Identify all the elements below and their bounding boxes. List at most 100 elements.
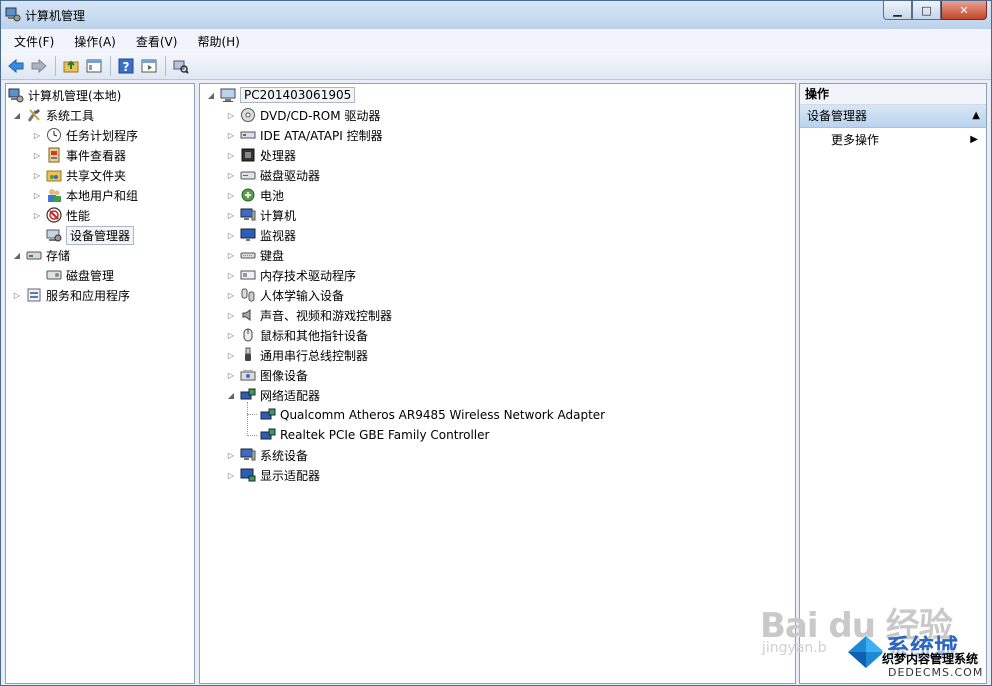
tree-label: 系统工具 xyxy=(46,108,95,123)
tree-item-system-tools[interactable]: ◢ 系统工具 xyxy=(12,105,94,125)
tree-item-local-users-groups[interactable]: ▷ 本地用户和组 xyxy=(32,185,138,205)
svg-text:?: ? xyxy=(123,60,130,74)
tree-item-shared-folders[interactable]: ▷ 共享文件夹 xyxy=(32,165,126,185)
menu-help[interactable]: 帮助(H) xyxy=(190,33,246,50)
expand-triangle-icon[interactable]: ▷ xyxy=(226,230,236,240)
expand-triangle-icon[interactable]: ▷ xyxy=(226,470,236,480)
menu-view[interactable]: 查看(V) xyxy=(129,33,185,50)
actions-section-device-manager[interactable]: 设备管理器 ▲ xyxy=(800,105,986,128)
tree-label: 存储 xyxy=(46,248,71,263)
tree-item-performance[interactable]: ▷ 性能 xyxy=(32,205,90,225)
device-category-display-adapters[interactable]: ▷ 显示适配器 xyxy=(226,465,320,485)
device-category-imaging[interactable]: ▷ 图像设备 xyxy=(226,365,308,385)
tree-connector xyxy=(247,435,257,436)
toolbar-separator xyxy=(110,56,111,76)
tree-label: 服务和应用程序 xyxy=(46,288,131,303)
expand-triangle-icon[interactable]: ▷ xyxy=(226,270,236,280)
device-category-dvd-cdrom[interactable]: ▷ DVD/CD-ROM 驱动器 xyxy=(226,105,380,125)
menu-file[interactable]: 文件(F) xyxy=(7,33,61,50)
device-category-network-adapters[interactable]: ◢ 网络适配器 xyxy=(226,385,320,405)
help-button[interactable]: ? xyxy=(115,55,137,77)
tree-label: 事件查看器 xyxy=(66,148,127,163)
device-category-system-devices[interactable]: ▷ 系统设备 xyxy=(226,445,308,465)
minimize-button[interactable]: ▁ xyxy=(883,1,912,20)
tree-item-task-scheduler[interactable]: ▷ 任务计划程序 xyxy=(32,125,138,145)
dvd-drive-icon xyxy=(240,107,256,123)
tree-item-disk-management[interactable]: 磁盘管理 xyxy=(46,265,114,285)
forward-button[interactable] xyxy=(28,55,50,77)
collapse-triangle-icon[interactable]: ◢ xyxy=(12,250,22,260)
expand-triangle-icon[interactable]: ▷ xyxy=(226,370,236,380)
tree-label: 磁盘管理 xyxy=(66,268,115,283)
collapse-triangle-icon[interactable]: ◢ xyxy=(206,90,216,100)
collapse-triangle-icon[interactable]: ◢ xyxy=(226,390,236,400)
window-controls: ▁ □ ✕ xyxy=(883,1,987,21)
tree-item-computer-management[interactable]: 计算机管理(本地) xyxy=(8,85,121,105)
expand-triangle-icon[interactable]: ▷ xyxy=(226,450,236,460)
show-hide-console-tree-button[interactable] xyxy=(83,55,105,77)
tree-item-device-manager[interactable]: 设备管理器 xyxy=(46,225,135,245)
collapse-up-icon[interactable]: ▲ xyxy=(972,105,980,127)
device-category-computer[interactable]: ▷ 计算机 xyxy=(226,205,296,225)
tree-label: 本地用户和组 xyxy=(66,188,139,203)
expand-triangle-icon[interactable]: ▷ xyxy=(32,130,42,140)
expand-triangle-icon[interactable]: ▷ xyxy=(32,170,42,180)
close-button[interactable]: ✕ xyxy=(941,1,987,20)
device-category-mice[interactable]: ▷ 鼠标和其他指针设备 xyxy=(226,325,368,345)
disk-management-icon xyxy=(46,267,62,283)
expand-triangle-icon[interactable]: ▷ xyxy=(226,250,236,260)
expand-triangle-icon[interactable]: ▷ xyxy=(226,130,236,140)
device-tree-pane: ◢ PC201403061905 ▷ DVD/CD-ROM 驱动器 ▷ IDE … xyxy=(199,83,796,684)
action-pane-icon xyxy=(141,59,157,73)
storage-icon xyxy=(26,247,42,263)
menu-action[interactable]: 操作(A) xyxy=(67,33,123,50)
title-bar[interactable]: 计算机管理 ▁ □ ✕ xyxy=(1,1,991,29)
expand-triangle-icon[interactable]: ▷ xyxy=(226,290,236,300)
system-devices-icon xyxy=(240,447,256,463)
collapse-triangle-icon[interactable]: ◢ xyxy=(12,110,22,120)
scan-hardware-button[interactable] xyxy=(170,55,192,77)
tree-label: 任务计划程序 xyxy=(66,128,139,143)
device-category-sound-video[interactable]: ▷ 声音、视频和游戏控制器 xyxy=(226,305,392,325)
computer-management-icon xyxy=(8,87,24,103)
expand-triangle-icon[interactable]: ▷ xyxy=(226,110,236,120)
up-level-button[interactable] xyxy=(60,55,82,77)
back-arrow-icon xyxy=(8,58,24,74)
folder-up-icon xyxy=(63,60,79,73)
expand-triangle-icon[interactable]: ▷ xyxy=(226,330,236,340)
maximize-button[interactable]: □ xyxy=(912,1,941,20)
actions-header: 操作 xyxy=(800,84,986,105)
device-qualcomm-atheros-wireless[interactable]: Qualcomm Atheros AR9485 Wireless Network… xyxy=(260,405,605,425)
expand-triangle-icon[interactable]: ▷ xyxy=(32,210,42,220)
shared-folder-icon xyxy=(46,167,62,183)
more-actions-item[interactable]: 更多操作 ▶ xyxy=(800,128,986,152)
device-tree-computer-root[interactable]: ◢ PC201403061905 xyxy=(206,85,356,105)
expand-triangle-icon[interactable]: ▷ xyxy=(226,190,236,200)
tree-item-services-applications[interactable]: ▷ 服务和应用程序 xyxy=(12,285,130,305)
expand-triangle-icon[interactable]: ▷ xyxy=(32,150,42,160)
device-category-disk-drives[interactable]: ▷ 磁盘驱动器 xyxy=(226,165,320,185)
device-category-ide-ata[interactable]: ▷ IDE ATA/ATAPI 控制器 xyxy=(226,125,383,145)
expand-triangle-icon[interactable]: ▷ xyxy=(32,190,42,200)
expand-triangle-icon[interactable]: ▷ xyxy=(12,290,22,300)
expand-triangle-icon[interactable]: ▷ xyxy=(226,310,236,320)
device-category-battery[interactable]: ▷ 电池 xyxy=(226,185,284,205)
expand-triangle-icon[interactable]: ▷ xyxy=(226,210,236,220)
device-category-memory-tech[interactable]: ▷ 内存技术驱动程序 xyxy=(226,265,356,285)
window-title: 计算机管理 xyxy=(25,9,86,23)
show-action-pane-button[interactable] xyxy=(138,55,160,77)
expand-triangle-icon[interactable]: ▷ xyxy=(226,150,236,160)
expand-triangle-icon[interactable]: ▷ xyxy=(226,350,236,360)
expand-triangle-icon[interactable]: ▷ xyxy=(226,170,236,180)
device-category-keyboards[interactable]: ▷ 键盘 xyxy=(226,245,284,265)
usb-icon xyxy=(240,347,256,363)
device-realtek-pcie-gbe[interactable]: Realtek PCIe GBE Family Controller xyxy=(260,425,489,445)
device-category-monitors[interactable]: ▷ 监视器 xyxy=(226,225,296,245)
back-button[interactable] xyxy=(5,55,27,77)
device-category-usb[interactable]: ▷ 通用串行总线控制器 xyxy=(226,345,368,365)
device-category-label: 通用串行总线控制器 xyxy=(260,348,369,363)
tree-item-storage[interactable]: ◢ 存储 xyxy=(12,245,70,265)
device-category-hid[interactable]: ▷ 人体学输入设备 xyxy=(226,285,344,305)
device-category-processor[interactable]: ▷ 处理器 xyxy=(226,145,296,165)
tree-item-event-viewer[interactable]: ▷ 事件查看器 xyxy=(32,145,126,165)
